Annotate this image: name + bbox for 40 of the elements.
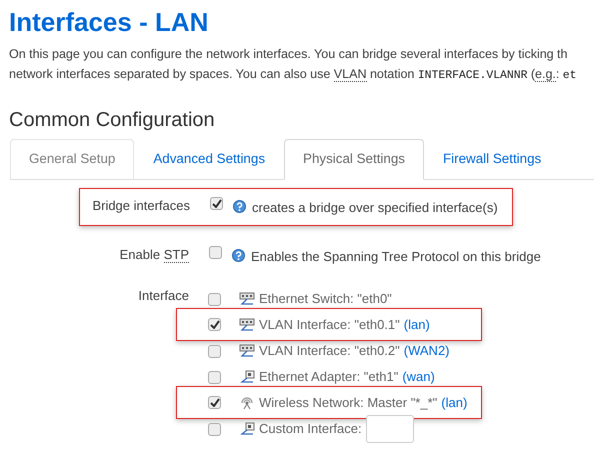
switch-icon — [239, 344, 255, 358]
checkbox[interactable] — [209, 246, 222, 259]
help-text: creates a bridge over specified interface(s) — [252, 199, 498, 218]
help-icon — [232, 248, 245, 262]
input-field[interactable] — [366, 415, 414, 444]
field-label: Enable STP — [118, 246, 189, 264]
network-adapter-icon — [239, 422, 255, 436]
checkbox[interactable] — [208, 396, 221, 410]
tab[interactable]: Firewall Settings — [424, 139, 560, 180]
network-link[interactable]: (lan) — [404, 314, 430, 334]
help-icon — [233, 200, 246, 214]
switch-icon — [239, 292, 255, 306]
interface-label: Ethernet Switch: "eth0" — [259, 290, 392, 308]
tab[interactable]: General Setup — [10, 139, 134, 180]
interface-label: Ethernet Adapter: "eth1" — [259, 368, 398, 386]
description-text: On this page you can configure the network interfaces. You can bridge several interfaces by ticking th — [9, 46, 568, 63]
tab[interactable]: Physical Settings — [284, 139, 424, 180]
section-title: Common Configuration — [9, 108, 216, 132]
page-title: Interfaces - LAN — [9, 6, 210, 38]
interface-label: Wireless Network: Master "*_*" — [259, 394, 438, 412]
network-link[interactable]: (WAN2) — [404, 341, 450, 361]
checkbox[interactable] — [208, 422, 221, 436]
checkbox[interactable] — [208, 344, 221, 358]
field-label: Interface — [137, 287, 189, 306]
description-text: network interfaces separated by spaces. You can also use VLAN notation INTERFACE.VLANNR (e.g.: et — [9, 66, 578, 84]
interface-label: VLAN Interface: "eth0.2" — [259, 342, 400, 360]
interface-label: VLAN Interface: "eth0.1" — [259, 316, 400, 334]
tab[interactable]: Advanced Settings — [134, 139, 284, 180]
wireless-icon — [239, 396, 255, 410]
checkbox[interactable] — [210, 197, 223, 210]
checkbox[interactable] — [208, 292, 221, 306]
help-text: Enables the Spanning Tree Protocol on this bridge — [251, 248, 541, 266]
field-label: Bridge interfaces — [92, 197, 190, 216]
checkbox[interactable] — [208, 318, 221, 332]
interface-label: Custom Interface: — [259, 420, 362, 438]
network-adapter-icon — [239, 370, 255, 384]
switch-icon — [239, 318, 255, 332]
checkbox[interactable] — [208, 370, 221, 384]
network-link[interactable]: (wan) — [402, 367, 435, 387]
network-link[interactable]: (lan) — [441, 392, 468, 412]
